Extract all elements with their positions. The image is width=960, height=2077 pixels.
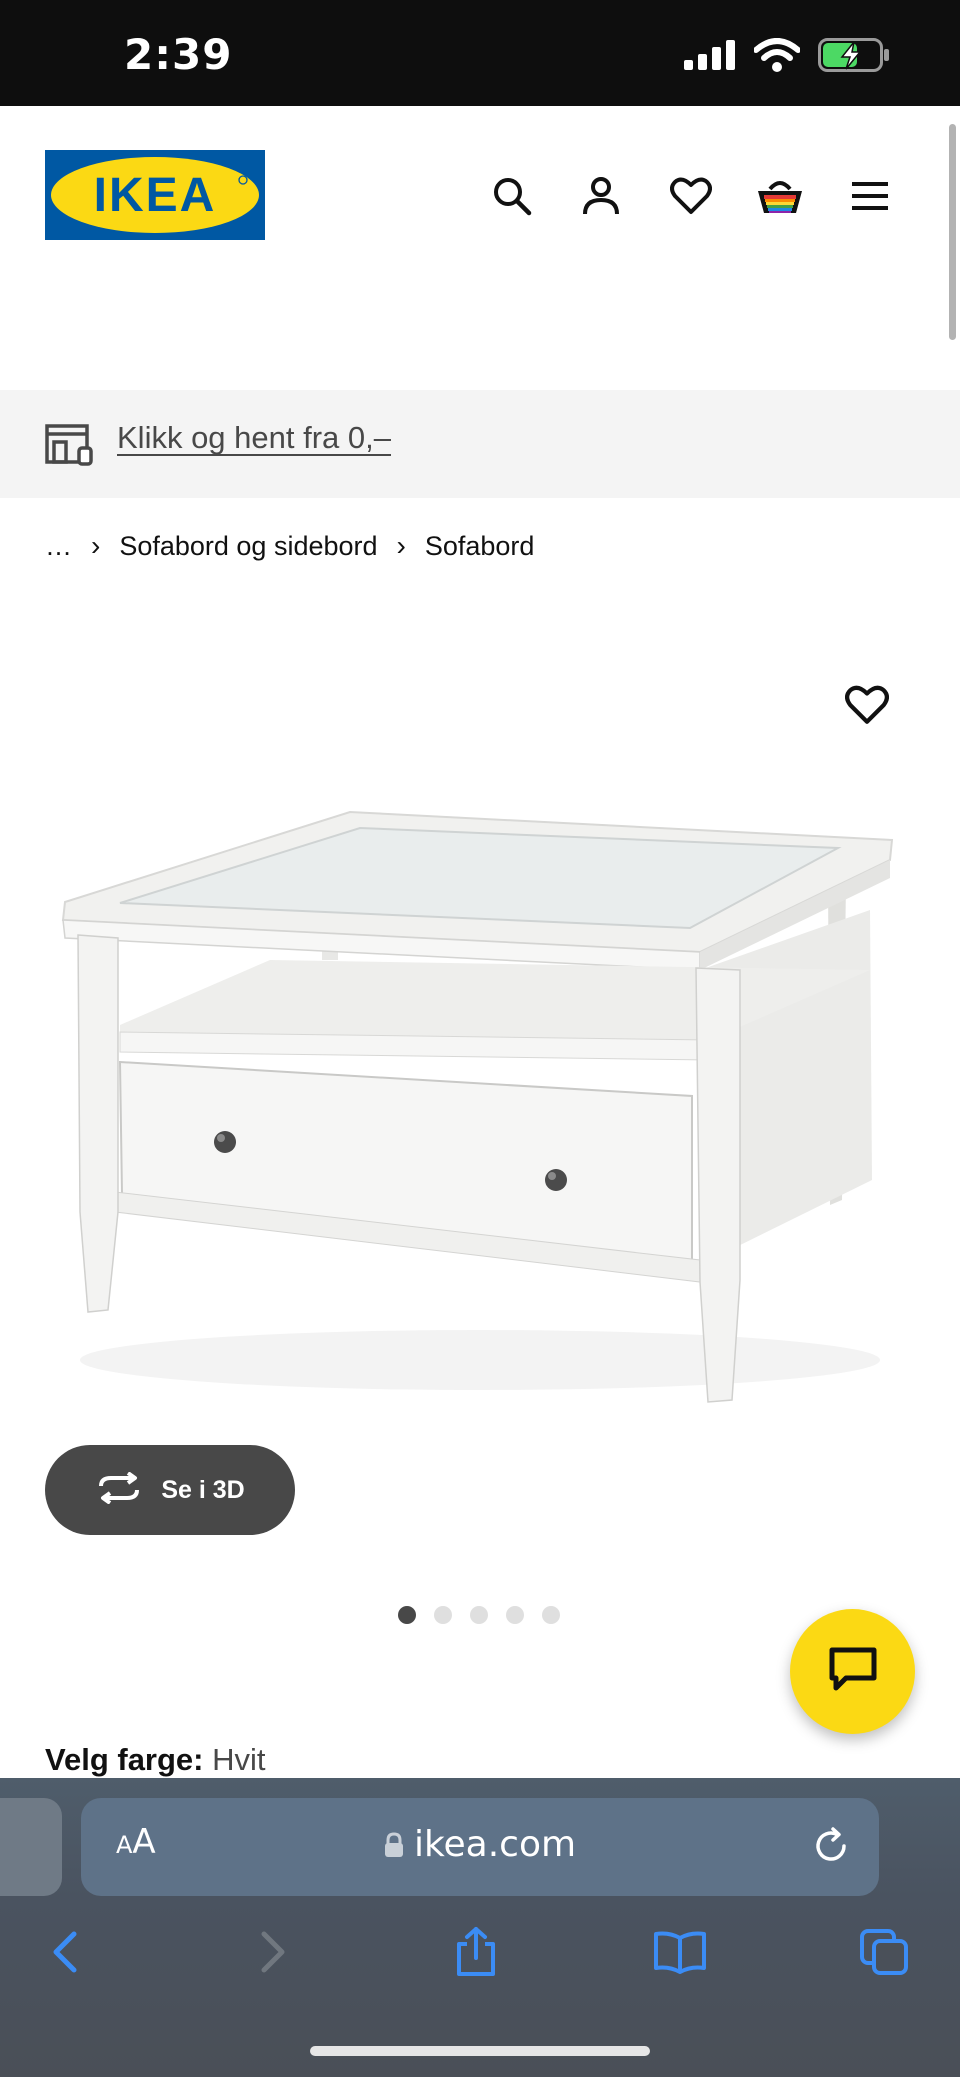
- color-selector-label: Velg farge: Hvit: [45, 1742, 266, 1782]
- browser-toolbar: [0, 1924, 960, 1984]
- status-icons: [684, 38, 890, 77]
- carousel-dot-4[interactable]: [506, 1606, 524, 1624]
- battery-charging-icon: [818, 38, 890, 77]
- heart-icon[interactable]: [667, 172, 715, 220]
- share-icon[interactable]: [448, 1924, 504, 1980]
- color-label: Velg farge:: [45, 1742, 204, 1777]
- chevron-right-icon: ›: [396, 530, 406, 561]
- reload-icon[interactable]: [811, 1826, 851, 1871]
- bookmarks-icon[interactable]: [652, 1924, 708, 1980]
- search-icon[interactable]: [488, 172, 536, 220]
- carousel-dot-5[interactable]: [542, 1606, 560, 1624]
- chevron-right-icon: ›: [91, 530, 101, 561]
- view-3d-button[interactable]: Se i 3D: [45, 1445, 295, 1535]
- forward-icon[interactable]: [245, 1924, 301, 1980]
- product-image[interactable]: [60, 800, 900, 1410]
- carousel-dot-3[interactable]: [470, 1606, 488, 1624]
- account-icon[interactable]: [577, 172, 625, 220]
- store-pickup-icon: [45, 420, 95, 466]
- status-bar: 2:39: [0, 0, 960, 106]
- click-collect-link[interactable]: Klikk og hent fra 0,–: [117, 420, 391, 456]
- tabs-icon[interactable]: [856, 1924, 912, 1980]
- carousel-dot-1[interactable]: [398, 1606, 416, 1624]
- previous-tab-preview[interactable]: [0, 1798, 62, 1896]
- lock-icon: [384, 1826, 404, 1867]
- address-bar[interactable]: AA ikea.com: [81, 1798, 879, 1896]
- back-icon[interactable]: [37, 1924, 93, 1980]
- breadcrumb-item-sofabord[interactable]: Sofabord: [425, 531, 535, 562]
- basket-icon[interactable]: [756, 172, 804, 220]
- wifi-icon: [753, 38, 801, 77]
- home-indicator[interactable]: [310, 2046, 650, 2056]
- favorite-heart-icon[interactable]: [845, 685, 895, 735]
- breadcrumb-ellipsis[interactable]: …: [45, 531, 72, 562]
- status-time: 2:39: [124, 30, 233, 79]
- breadcrumb: … › Sofabord og sidebord › Sofabord: [45, 528, 534, 564]
- header-icons: [0, 172, 960, 220]
- chat-button[interactable]: [790, 1609, 915, 1734]
- image-carousel-dots: [398, 1606, 560, 1624]
- page-scrollbar[interactable]: [949, 124, 956, 340]
- click-collect-banner: Klikk og hent fra 0,–: [0, 390, 960, 498]
- menu-icon[interactable]: [846, 172, 894, 220]
- view-3d-label: Se i 3D: [161, 1475, 245, 1504]
- url-text: ikea.com: [413, 1824, 577, 1865]
- browser-bottom-bar: AA ikea.com: [0, 1778, 960, 2077]
- rotate-3d-icon: [95, 1470, 143, 1509]
- chat-bubble-icon: [828, 1646, 878, 1697]
- url-display[interactable]: ikea.com: [81, 1824, 879, 1867]
- signal-icon: [684, 40, 736, 75]
- breadcrumb-item-sofabord-og-sidebord[interactable]: Sofabord og sidebord: [119, 531, 377, 562]
- color-value: Hvit: [212, 1742, 266, 1777]
- carousel-dot-2[interactable]: [434, 1606, 452, 1624]
